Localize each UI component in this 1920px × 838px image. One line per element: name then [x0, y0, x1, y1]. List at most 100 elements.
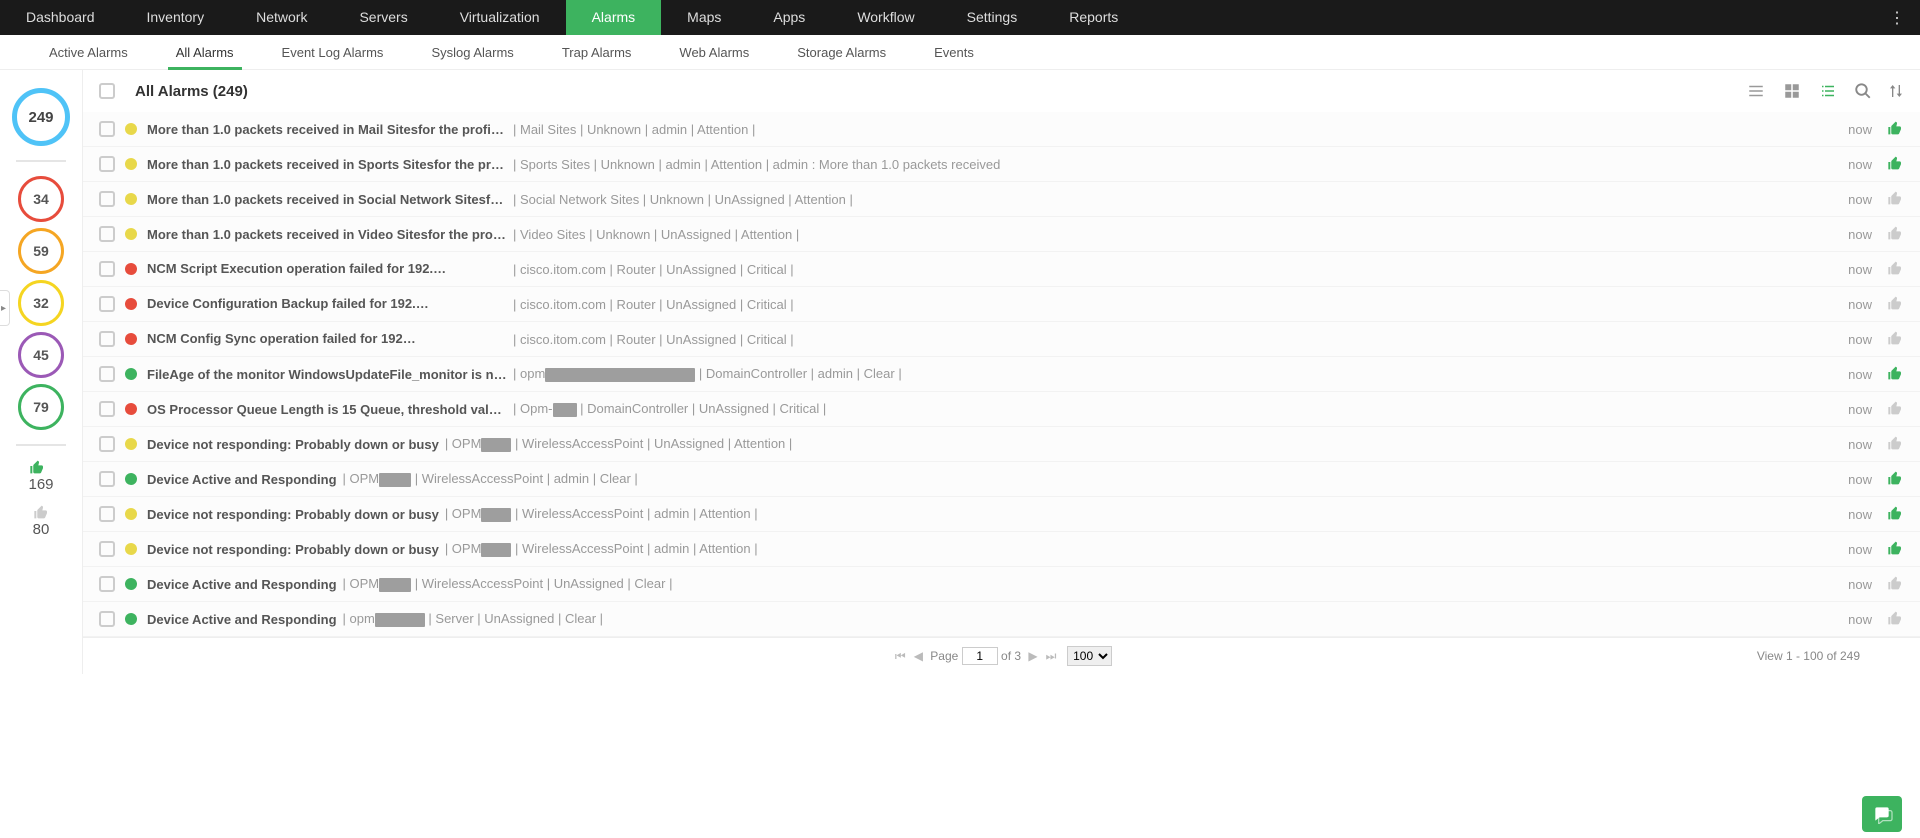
alarm-row[interactable]: Device Configuration Backup failed for 1…: [83, 287, 1920, 322]
alarm-meta: | cisco.itom.com | Router | UnAssigned |…: [513, 332, 1848, 347]
row-checkbox[interactable]: [99, 506, 115, 522]
alarm-time: now: [1848, 297, 1872, 312]
subnav-active-alarms[interactable]: Active Alarms: [25, 35, 152, 70]
acknowledge-button[interactable]: [1886, 296, 1904, 312]
severity-badge[interactable]: 45: [18, 332, 64, 378]
page-input[interactable]: [962, 647, 998, 665]
subnav-web-alarms[interactable]: Web Alarms: [655, 35, 773, 70]
alarm-message: More than 1.0 packets received in Video …: [147, 227, 507, 242]
alarm-message: Device not responding: Probably down or …: [147, 542, 439, 557]
subnav-trap-alarms[interactable]: Trap Alarms: [538, 35, 656, 70]
alarm-row[interactable]: FileAge of the monitor WindowsUpdateFile…: [83, 357, 1920, 392]
subnav-events[interactable]: Events: [910, 35, 998, 70]
alarm-row[interactable]: Device not responding: Probably down or …: [83, 427, 1920, 462]
severity-badge[interactable]: 34: [18, 176, 64, 222]
page-next-icon[interactable]: ▶: [1028, 649, 1037, 663]
row-checkbox[interactable]: [99, 541, 115, 557]
row-checkbox[interactable]: [99, 331, 115, 347]
page-size-select[interactable]: 100: [1067, 646, 1112, 666]
topnav-virtualization[interactable]: Virtualization: [434, 0, 566, 35]
alarm-row[interactable]: More than 1.0 packets received in Mail S…: [83, 112, 1920, 147]
row-checkbox[interactable]: [99, 471, 115, 487]
alarm-row[interactable]: NCM Script Execution operation failed fo…: [83, 252, 1920, 287]
page-prev-icon[interactable]: ◀: [914, 649, 923, 663]
alarm-row[interactable]: Device Active and Responding | OPM | Wir…: [83, 462, 1920, 497]
alarm-row[interactable]: Device not responding: Probably down or …: [83, 497, 1920, 532]
acknowledge-button[interactable]: [1886, 121, 1904, 137]
select-all-checkbox[interactable]: [99, 83, 115, 99]
severity-dot: [125, 263, 137, 275]
page-first-icon[interactable]: ⏮: [895, 649, 906, 664]
acknowledge-button[interactable]: [1886, 226, 1904, 242]
severity-badge[interactable]: 79: [18, 384, 64, 430]
topnav-dashboard[interactable]: Dashboard: [0, 0, 121, 35]
row-checkbox[interactable]: [99, 261, 115, 277]
alarm-row[interactable]: Device Active and Responding | opm | Ser…: [83, 602, 1920, 637]
topnav-workflow[interactable]: Workflow: [831, 0, 940, 35]
row-checkbox[interactable]: [99, 366, 115, 382]
alarm-row[interactable]: NCM Config Sync operation failed for 192…: [83, 322, 1920, 357]
topnav-servers[interactable]: Servers: [333, 0, 433, 35]
row-checkbox[interactable]: [99, 436, 115, 452]
list-view-icon[interactable]: [1746, 82, 1766, 100]
unacknowledged-count[interactable]: 80: [32, 505, 50, 538]
alarm-time: now: [1848, 577, 1872, 592]
row-checkbox[interactable]: [99, 576, 115, 592]
severity-badge[interactable]: 59: [18, 228, 64, 274]
acknowledge-button[interactable]: [1886, 156, 1904, 172]
acknowledge-button[interactable]: [1886, 471, 1904, 487]
acknowledged-count[interactable]: 169: [28, 460, 53, 493]
alarm-time: now: [1848, 437, 1872, 452]
detail-view-icon[interactable]: [1818, 82, 1838, 100]
row-checkbox[interactable]: [99, 296, 115, 312]
row-checkbox[interactable]: [99, 191, 115, 207]
acknowledge-button[interactable]: [1886, 611, 1904, 627]
severity-dot: [125, 333, 137, 345]
subnav-all-alarms[interactable]: All Alarms: [152, 35, 258, 70]
search-icon[interactable]: [1854, 82, 1872, 100]
page-last-icon[interactable]: ⏭: [1046, 649, 1057, 664]
alarm-meta: | Mail Sites | Unknown | admin | Attenti…: [513, 122, 1848, 137]
acknowledge-button[interactable]: [1886, 541, 1904, 557]
topnav-apps[interactable]: Apps: [747, 0, 831, 35]
severity-badge[interactable]: 32: [18, 280, 64, 326]
row-checkbox[interactable]: [99, 156, 115, 172]
topnav-network[interactable]: Network: [230, 0, 333, 35]
sort-icon[interactable]: [1888, 82, 1904, 100]
alarm-row[interactable]: More than 1.0 packets received in Video …: [83, 217, 1920, 252]
subnav-syslog-alarms[interactable]: Syslog Alarms: [407, 35, 537, 70]
row-checkbox[interactable]: [99, 121, 115, 137]
alarm-row[interactable]: More than 1.0 packets received in Social…: [83, 182, 1920, 217]
alarm-message: More than 1.0 packets received in Mail S…: [147, 122, 507, 137]
total-alarms-badge[interactable]: 249: [12, 88, 70, 146]
chat-button[interactable]: [1862, 796, 1902, 832]
subnav-event-log-alarms[interactable]: Event Log Alarms: [258, 35, 408, 70]
severity-dot: [125, 158, 137, 170]
row-checkbox[interactable]: [99, 611, 115, 627]
alarm-row[interactable]: More than 1.0 packets received in Sports…: [83, 147, 1920, 182]
severity-dot: [125, 438, 137, 450]
topnav-alarms[interactable]: Alarms: [566, 0, 662, 35]
acknowledge-button[interactable]: [1886, 401, 1904, 417]
topnav-reports[interactable]: Reports: [1043, 0, 1144, 35]
row-checkbox[interactable]: [99, 226, 115, 242]
acknowledge-button[interactable]: [1886, 331, 1904, 347]
acknowledge-button[interactable]: [1886, 261, 1904, 277]
alarm-row[interactable]: OS Processor Queue Length is 15 Queue, t…: [83, 392, 1920, 427]
acknowledge-button[interactable]: [1886, 191, 1904, 207]
alarm-row[interactable]: Device not responding: Probably down or …: [83, 532, 1920, 567]
acknowledge-button[interactable]: [1886, 436, 1904, 452]
row-checkbox[interactable]: [99, 401, 115, 417]
alarm-message: Device Active and Responding: [147, 577, 337, 592]
topnav-inventory[interactable]: Inventory: [121, 0, 231, 35]
acknowledge-button[interactable]: [1886, 506, 1904, 522]
alarm-row[interactable]: Device Active and Responding | OPM | Wir…: [83, 567, 1920, 602]
grid-view-icon[interactable]: [1782, 82, 1802, 100]
subnav-storage-alarms[interactable]: Storage Alarms: [773, 35, 910, 70]
topnav-maps[interactable]: Maps: [661, 0, 747, 35]
topnav-settings[interactable]: Settings: [941, 0, 1044, 35]
page-of-label: of 3: [1001, 649, 1021, 663]
acknowledge-button[interactable]: [1886, 576, 1904, 592]
kebab-menu-icon[interactable]: ⋮: [1889, 8, 1905, 28]
acknowledge-button[interactable]: [1886, 366, 1904, 382]
